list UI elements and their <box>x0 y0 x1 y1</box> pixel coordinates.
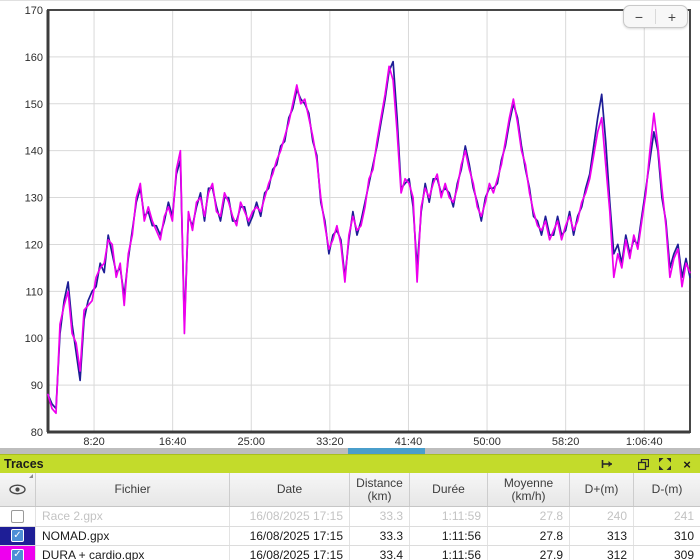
column-header-average[interactable]: Moyenne(km/h) <box>488 473 570 506</box>
duration-cell[interactable]: 1:11:56 <box>410 546 488 560</box>
distance-cell[interactable]: 33.3 <box>350 527 410 546</box>
duration-cell[interactable]: 1:11:56 <box>410 527 488 546</box>
column-header-visibility[interactable] <box>0 473 36 506</box>
x-axis-label: 8:20 <box>83 436 104 448</box>
y-axis-label: 170 <box>25 5 43 17</box>
x-axis-label: 41:40 <box>395 436 423 448</box>
column-header-label: Durée <box>432 483 465 496</box>
column-header-unit: (km/h) <box>512 490 546 503</box>
dminus-cell[interactable]: 310 <box>634 527 700 546</box>
file-cell[interactable]: Race 2.gpx <box>36 507 230 526</box>
trace-line-dura-cardio-gpx <box>48 66 690 413</box>
distance-cell[interactable]: 33.3 <box>350 507 410 526</box>
chart-horizontal-scrollbar[interactable] <box>0 448 700 454</box>
column-header-duration[interactable]: Durée <box>410 473 488 506</box>
restore-icon[interactable] <box>635 457 651 471</box>
y-axis-label: 140 <box>25 146 43 158</box>
x-axis-label: 33:20 <box>316 436 344 448</box>
column-header-label: Fichier <box>114 483 150 496</box>
traces-panel-title: Traces <box>0 457 44 471</box>
y-axis-label: 120 <box>25 239 43 251</box>
date-cell[interactable]: 16/08/2025 17:15 <box>230 546 350 560</box>
date-cell[interactable]: 16/08/2025 17:15 <box>230 527 350 546</box>
visibility-checkbox[interactable]: ✓ <box>11 549 24 560</box>
scrollbar-thumb[interactable] <box>348 448 425 454</box>
column-header-label: Date <box>277 483 302 496</box>
zoom-divider <box>655 9 656 24</box>
average-cell[interactable]: 27.8 <box>488 527 570 546</box>
y-axis-label: 100 <box>25 333 43 345</box>
x-axis-label: 1:06:40 <box>626 436 663 448</box>
dminus-cell[interactable]: 309 <box>634 546 700 560</box>
pin-view-icon[interactable] <box>599 457 615 471</box>
visibility-checkbox[interactable] <box>11 510 24 523</box>
file-cell[interactable]: DURA + cardio.gpx <box>36 546 230 560</box>
y-axis-label: 90 <box>31 380 43 392</box>
column-header-label: Moyenne <box>504 477 553 490</box>
column-header-label: D+(m) <box>585 483 619 496</box>
column-header-label: Distance <box>356 477 403 490</box>
distance-cell[interactable]: 33.4 <box>350 546 410 560</box>
y-axis-label: 150 <box>25 99 43 111</box>
traces-panel-header: Traces × <box>0 454 700 473</box>
y-axis-label: 80 <box>31 427 43 439</box>
table-row-race-2-gpx[interactable]: Race 2.gpx16/08/2025 17:1533.31:11:5927.… <box>0 507 700 527</box>
average-cell[interactable]: 27.9 <box>488 546 570 560</box>
chart-panel[interactable]: 80 90 100 110 120 130 140 150 160 170 8:20 16:40 25:… <box>0 1 700 448</box>
table-row-dura-cardio-gpx[interactable]: ✓ DURA + cardio.gpx16/08/2025 17:1533.41:… <box>0 546 700 560</box>
file-cell[interactable]: NOMAD.gpx <box>36 527 230 546</box>
column-header-date[interactable]: Date <box>230 473 350 506</box>
table-row-nomad-gpx[interactable]: ✓ NOMAD.gpx16/08/2025 17:1533.31:11:5627.… <box>0 527 700 547</box>
visibility-checkbox[interactable]: ✓ <box>11 529 24 542</box>
x-axis-label: 58:20 <box>552 436 580 448</box>
sort-indicator <box>29 474 33 478</box>
heart-rate-chart[interactable]: 80 90 100 110 120 130 140 150 160 170 8:20 16:40 25:… <box>0 1 700 448</box>
trace-line-nomad-gpx <box>48 62 690 409</box>
column-header-unit: (km) <box>368 490 392 503</box>
x-axis-label: 50:00 <box>473 436 501 448</box>
zoom-out-button[interactable]: − <box>625 7 653 26</box>
traces-table-body: Race 2.gpx16/08/2025 17:1533.31:11:5927.… <box>0 507 700 560</box>
y-axis-label: 110 <box>25 286 43 298</box>
maximize-icon[interactable] <box>657 457 673 471</box>
column-header-label: D-(m) <box>652 483 683 496</box>
date-cell[interactable]: 16/08/2025 17:15 <box>230 507 350 526</box>
trace-color-swatch: ✓ <box>0 527 35 546</box>
close-icon[interactable]: × <box>679 457 695 471</box>
chart-zoom-controls: − + <box>623 5 688 28</box>
gpx-comparison-window: 80 90 100 110 120 130 140 150 160 170 8:20 16:40 25:… <box>0 0 700 560</box>
trace-color-swatch <box>0 507 35 526</box>
eye-icon <box>9 484 26 495</box>
duration-cell[interactable]: 1:11:59 <box>410 507 488 526</box>
y-axis-label: 160 <box>25 52 43 64</box>
column-header-file[interactable]: Fichier <box>36 473 230 506</box>
dplus-cell[interactable]: 240 <box>570 507 634 526</box>
x-axis-label: 25:00 <box>237 436 265 448</box>
dplus-cell[interactable]: 313 <box>570 527 634 546</box>
column-header-distance[interactable]: Distance(km) <box>350 473 410 506</box>
dplus-cell[interactable]: 312 <box>570 546 634 560</box>
average-cell[interactable]: 27.8 <box>488 507 570 526</box>
column-header-dminus[interactable]: D-(m) <box>634 473 700 506</box>
trace-color-swatch: ✓ <box>0 546 35 560</box>
traces-table-header: Fichier Date Distance(km) Durée Moyenne(km/h… <box>0 473 700 507</box>
zoom-in-button[interactable]: + <box>658 7 686 26</box>
y-axis-label: 130 <box>25 193 43 205</box>
x-axis-label: 16:40 <box>159 436 187 448</box>
dminus-cell[interactable]: 241 <box>634 507 700 526</box>
column-header-dplus[interactable]: D+(m) <box>570 473 634 506</box>
